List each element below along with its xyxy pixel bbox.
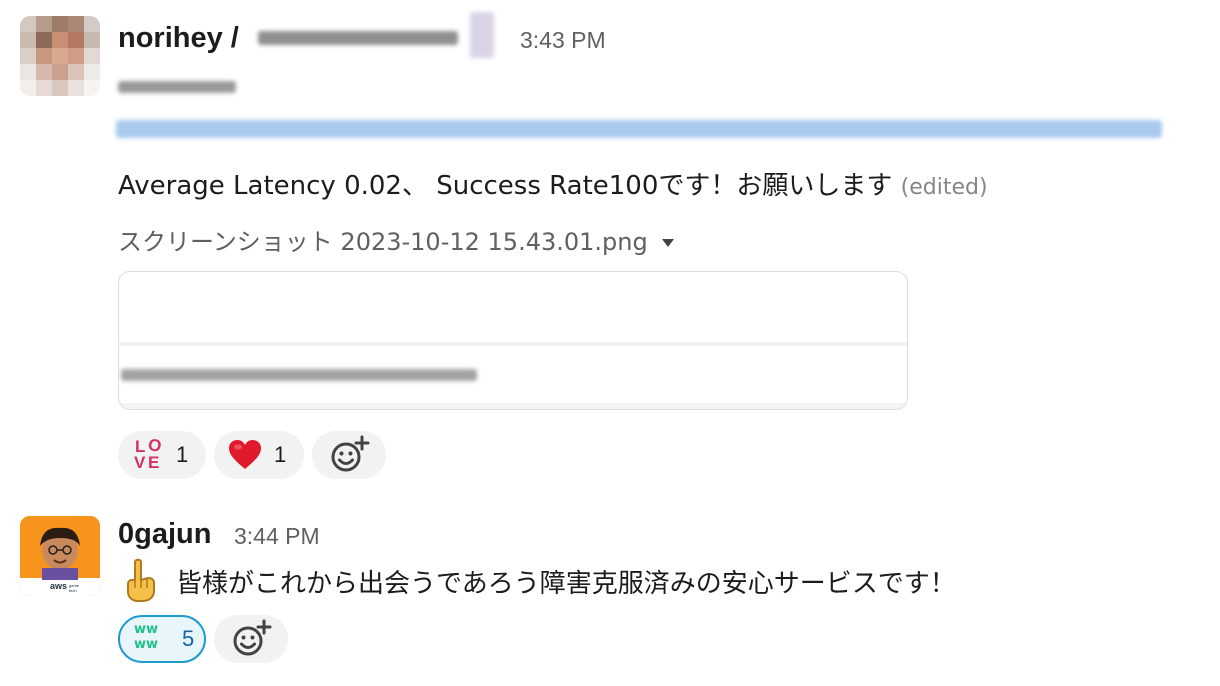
redacted-link[interactable] bbox=[116, 120, 1162, 138]
add-reaction-button[interactable] bbox=[312, 431, 386, 479]
www-icon: ww ww bbox=[134, 622, 159, 652]
message-text: Average Latency 0.02、 Success Rate100です！… bbox=[118, 165, 988, 202]
attachment-title[interactable]: スクリーンショット 2023-10-12 15.43.01.png bbox=[118, 222, 674, 257]
timestamp[interactable]: 3:44 PM bbox=[234, 523, 320, 550]
attachment-filename: スクリーンショット 2023-10-12 15.43.01.png bbox=[118, 228, 648, 256]
reaction-count: 1 bbox=[274, 442, 287, 467]
heart-icon bbox=[229, 440, 261, 469]
add-reaction-icon bbox=[331, 435, 370, 472]
redacted-status-emoji bbox=[470, 12, 494, 58]
reaction-count: 5 bbox=[182, 626, 195, 651]
preview-bottom bbox=[119, 403, 907, 409]
avatar[interactable]: aws game tech bbox=[20, 516, 100, 596]
add-reaction-button[interactable] bbox=[214, 615, 288, 663]
reaction-www[interactable]: ww ww 5 bbox=[118, 615, 206, 663]
reaction-love[interactable]: L O V E 1 bbox=[118, 431, 206, 479]
preview-divider bbox=[119, 342, 907, 346]
timestamp[interactable]: 3:43 PM bbox=[520, 27, 606, 54]
love-icon: L O V E bbox=[134, 434, 164, 472]
svg-text:aws: aws bbox=[50, 581, 67, 591]
add-reaction-icon bbox=[233, 619, 272, 656]
avatar[interactable] bbox=[20, 16, 100, 96]
message-body: 皆様がこれから出会うであろう障害克服済みの安心サービスです！ bbox=[176, 569, 956, 599]
reaction-heart[interactable]: 1 bbox=[214, 431, 304, 479]
message-body: Average Latency 0.02、 Success Rate100です！… bbox=[118, 171, 893, 201]
chevron-down-icon[interactable] bbox=[661, 239, 674, 247]
redacted-text bbox=[118, 81, 236, 93]
author-name[interactable]: norihey / bbox=[118, 22, 239, 55]
redacted-preview-url bbox=[121, 369, 477, 381]
svg-text:tech: tech bbox=[69, 588, 77, 593]
attachment-preview[interactable] bbox=[118, 271, 908, 410]
pointing-up-icon bbox=[127, 558, 155, 602]
reaction-count: 1 bbox=[176, 442, 189, 467]
edited-label: (edited) bbox=[900, 175, 988, 200]
redacted-display-name bbox=[258, 31, 458, 45]
message-norihey: norihey / 3:43 PM Average Latency 0.02、 … bbox=[0, 0, 1220, 490]
author-name[interactable]: 0gajun bbox=[118, 518, 211, 551]
avatar-illustration: aws game tech bbox=[20, 516, 100, 596]
